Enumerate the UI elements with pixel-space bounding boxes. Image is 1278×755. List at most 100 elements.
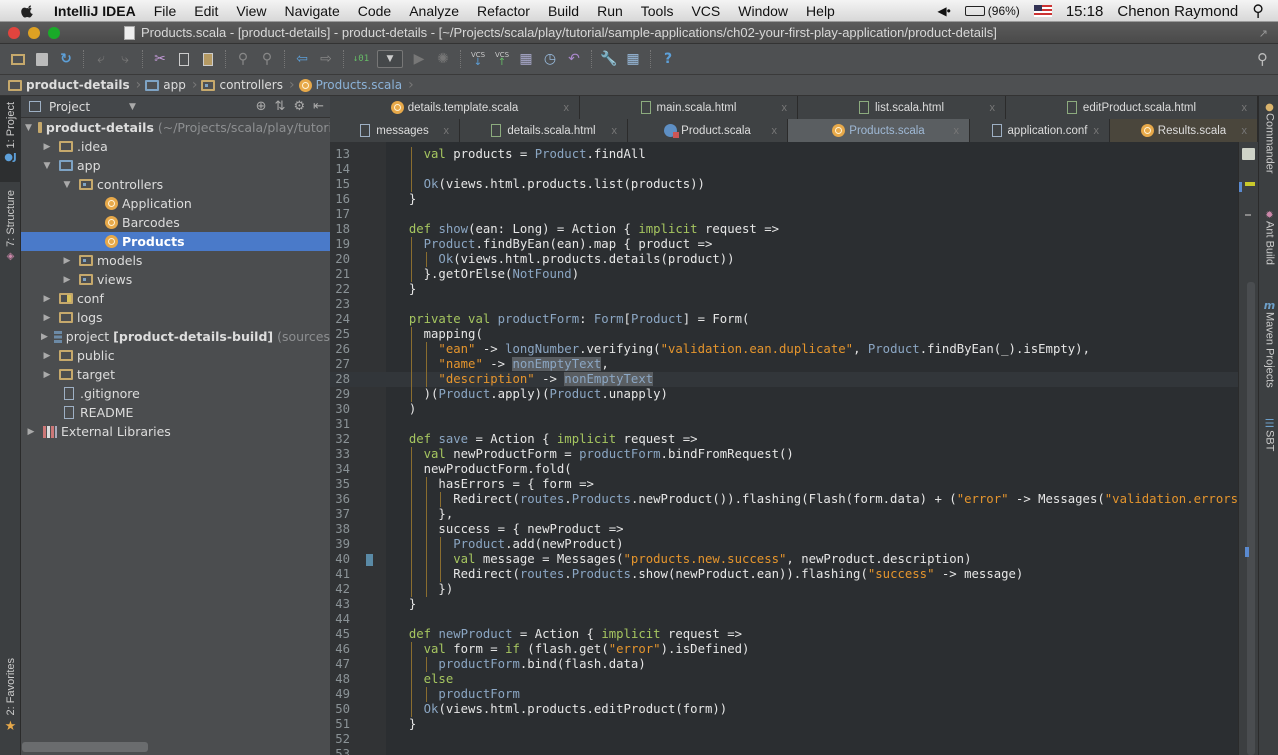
- tree-item-barcodes[interactable]: Barcodes: [21, 213, 330, 232]
- collapse-all-icon[interactable]: ⇅: [275, 99, 286, 114]
- tab-results-scala[interactable]: Results.scala x: [1110, 119, 1258, 142]
- line-number[interactable]: 42: [332, 582, 350, 597]
- tool-tab-commander[interactable]: ● Commander: [1259, 102, 1278, 174]
- paste-icon[interactable]: [199, 50, 217, 68]
- menu-navigate[interactable]: Navigate: [284, 3, 339, 19]
- tree-item-project[interactable]: ▶ project [product-details-build] (sourc…: [21, 327, 330, 346]
- project-structure-icon[interactable]: ▦: [624, 50, 642, 68]
- menu-run[interactable]: Run: [597, 3, 623, 19]
- close-tab-icon[interactable]: x: [1094, 125, 1100, 137]
- line-number[interactable]: 16: [332, 192, 350, 207]
- tab-main-scala-html[interactable]: main.scala.html x: [580, 96, 798, 119]
- close-window-button[interactable]: [8, 26, 20, 39]
- warning-marker[interactable]: [1245, 182, 1255, 186]
- make-icon[interactable]: ↓01: [352, 50, 370, 68]
- code-line[interactable]: 30 ): [330, 402, 1238, 417]
- expand-arrow-icon[interactable]: ▶: [41, 142, 53, 152]
- menu-tools[interactable]: Tools: [641, 3, 674, 19]
- apple-menu-icon[interactable]: [18, 3, 38, 19]
- code-lines[interactable]: 13 val products = Product.findAll 14 15 Ok…: [330, 147, 1238, 755]
- cut-icon[interactable]: ✂: [151, 50, 169, 68]
- menu-vcs[interactable]: VCS: [691, 3, 720, 19]
- line-number[interactable]: 39: [332, 537, 350, 552]
- line-number[interactable]: 34: [332, 462, 350, 477]
- line-number[interactable]: 29: [332, 387, 350, 402]
- debug-icon[interactable]: ✺: [434, 50, 452, 68]
- line-number[interactable]: 13: [332, 147, 350, 162]
- run-icon[interactable]: ▶: [410, 50, 428, 68]
- expand-arrow-icon[interactable]: ▶: [61, 275, 73, 285]
- line-number[interactable]: 15: [332, 177, 350, 192]
- code-line[interactable]: 32 def save = Action { implicit request …: [330, 432, 1238, 447]
- code-line[interactable]: 16 }: [330, 192, 1238, 207]
- tree-item-app[interactable]: ▼ app: [21, 156, 330, 175]
- tool-tab-project[interactable]: 1: Project ●J: [0, 96, 21, 182]
- code-line[interactable]: 38 success = { newProduct =>: [330, 522, 1238, 537]
- line-number[interactable]: 41: [332, 567, 350, 582]
- code-editor[interactable]: 13 val products = Product.findAll 14 15 Ok…: [330, 142, 1238, 755]
- editor-vertical-scrollbar[interactable]: [1247, 282, 1255, 755]
- vcs-update-icon[interactable]: VCS ↓: [469, 50, 487, 68]
- code-line[interactable]: 49 productForm: [330, 687, 1238, 702]
- editor-marker-bar[interactable]: [1238, 142, 1258, 755]
- code-line[interactable]: 21 }.getOrElse(NotFound): [330, 267, 1238, 282]
- expand-arrow-icon[interactable]: ▶: [41, 313, 53, 323]
- code-line[interactable]: 23: [330, 297, 1238, 312]
- code-line[interactable]: 17: [330, 207, 1238, 222]
- line-number[interactable]: 38: [332, 522, 350, 537]
- scroll-from-source-icon[interactable]: ⊕: [256, 99, 267, 114]
- tab-product-scala[interactable]: Product.scala x: [628, 119, 788, 142]
- tree-item-readme[interactable]: README: [21, 403, 330, 422]
- code-line[interactable]: 20 Ok(views.html.products.details(produc…: [330, 252, 1238, 267]
- code-line[interactable]: 37 },: [330, 507, 1238, 522]
- sync-icon[interactable]: ↻: [57, 50, 75, 68]
- save-icon[interactable]: [33, 50, 51, 68]
- line-number[interactable]: 53: [332, 747, 350, 755]
- tab-editproduct-scala-html[interactable]: editProduct.scala.html x: [1006, 96, 1258, 119]
- close-tab-icon[interactable]: x: [954, 125, 960, 137]
- code-line[interactable]: 47 productForm.bind(flash.data): [330, 657, 1238, 672]
- expand-arrow-icon[interactable]: ▶: [41, 332, 48, 342]
- vcs-history-icon[interactable]: ◷: [541, 50, 559, 68]
- code-line[interactable]: 34 newProductForm.fold(: [330, 462, 1238, 477]
- tree-item-models[interactable]: ▶ models: [21, 251, 330, 270]
- code-line[interactable]: 48 else: [330, 672, 1238, 687]
- code-line[interactable]: 46 val form = if (flash.get("error").isD…: [330, 642, 1238, 657]
- line-number[interactable]: 48: [332, 672, 350, 687]
- close-tab-icon[interactable]: x: [990, 102, 996, 114]
- tree-item-product-details[interactable]: ▼ product-details (~/Projects/scala/play…: [21, 118, 330, 137]
- line-number[interactable]: 18: [332, 222, 350, 237]
- menu-edit[interactable]: Edit: [194, 3, 218, 19]
- tool-tab-maven-projects[interactable]: m Maven Projects: [1259, 299, 1278, 388]
- tab-details-scala-html[interactable]: details.scala.html x: [460, 119, 628, 142]
- close-tab-icon[interactable]: x: [444, 125, 450, 137]
- close-tab-icon[interactable]: x: [1242, 102, 1248, 114]
- line-number[interactable]: 52: [332, 732, 350, 747]
- code-line[interactable]: 25 mapping(: [330, 327, 1238, 342]
- vcs-commit-icon[interactable]: VCS ↑: [493, 50, 511, 68]
- tree-item-public[interactable]: ▶ public: [21, 346, 330, 365]
- chevron-down-icon[interactable]: ▼: [129, 102, 136, 112]
- line-number[interactable]: 30: [332, 402, 350, 417]
- code-line[interactable]: 29 )(Product.apply)(Product.unapply): [330, 387, 1238, 402]
- zoom-window-button[interactable]: [48, 26, 60, 39]
- code-line[interactable]: 14: [330, 162, 1238, 177]
- user-name[interactable]: Chenon Raymond: [1117, 3, 1238, 20]
- code-line[interactable]: 45 def newProduct = Action { implicit re…: [330, 627, 1238, 642]
- change-marker[interactable]: [1245, 547, 1249, 557]
- code-line[interactable]: 43 }: [330, 597, 1238, 612]
- code-line[interactable]: 39 Product.add(newProduct): [330, 537, 1238, 552]
- line-number[interactable]: 22: [332, 282, 350, 297]
- tree-item-logs[interactable]: ▶ logs: [21, 308, 330, 327]
- find-icon[interactable]: ⚲: [234, 50, 252, 68]
- line-number[interactable]: 23: [332, 297, 350, 312]
- line-number[interactable]: 24: [332, 312, 350, 327]
- tab-list-scala-html[interactable]: list.scala.html x: [798, 96, 1006, 119]
- close-tab-icon[interactable]: x: [782, 102, 788, 114]
- settings-icon[interactable]: 🔧: [600, 50, 618, 68]
- line-number[interactable]: 27: [332, 357, 350, 372]
- code-line[interactable]: 44: [330, 612, 1238, 627]
- line-number[interactable]: 50: [332, 702, 350, 717]
- project-view-selector[interactable]: Project: [49, 100, 90, 114]
- redo-icon[interactable]: ⤷: [116, 50, 134, 68]
